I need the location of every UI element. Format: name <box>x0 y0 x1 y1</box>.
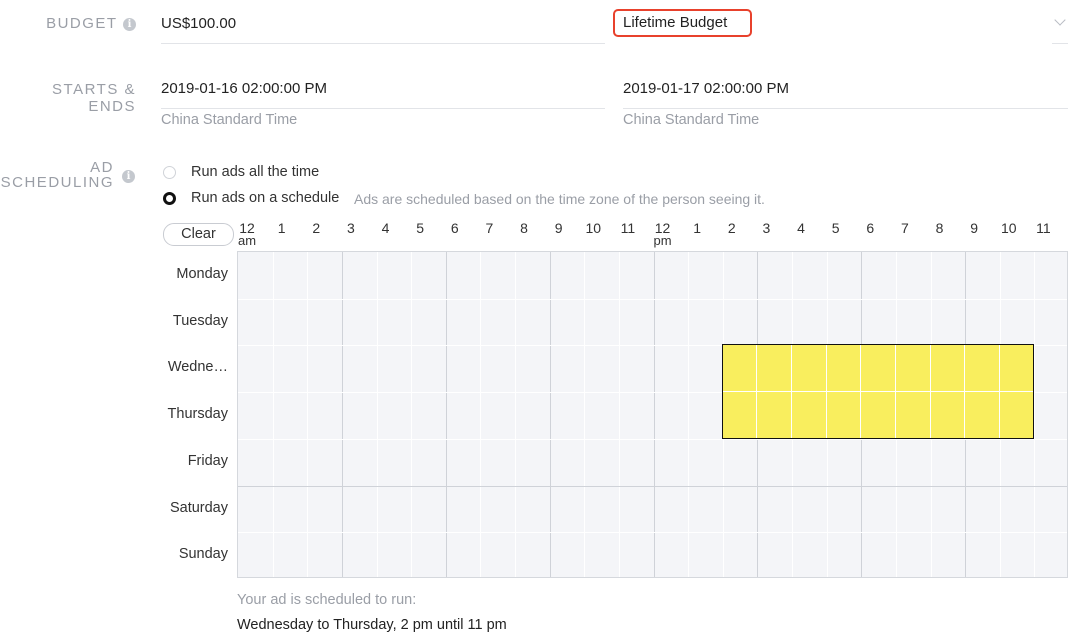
grid-line <box>272 252 274 577</box>
option-run-all-time[interactable]: Run ads all the time <box>191 164 319 180</box>
hour-label: 9 <box>970 220 979 236</box>
end-timezone: China Standard Time <box>623 112 760 128</box>
divider <box>161 43 605 44</box>
hour-label: 4 <box>797 220 805 236</box>
hour-label: 6 <box>866 220 875 236</box>
grid-line <box>688 252 690 577</box>
hour-label: 8 <box>520 220 528 236</box>
hour-label: 7 <box>485 220 494 236</box>
label-line: AD <box>90 159 114 176</box>
chevron-down-icon[interactable] <box>1054 14 1066 26</box>
hour-label: 11 <box>1036 220 1051 236</box>
day-label: Wedne… <box>167 359 228 376</box>
hour-label: 10 <box>585 220 602 236</box>
grid-line <box>238 298 1067 300</box>
hour-label: 1 <box>277 220 286 236</box>
clear-button[interactable]: Clear <box>163 223 234 246</box>
radio-run-all-time[interactable] <box>163 166 176 179</box>
grid-line <box>584 252 586 577</box>
start-date-input[interactable]: 2019-01-16 02:00:00 PM <box>161 80 327 97</box>
day-label: Saturday <box>169 499 228 516</box>
grid-line <box>238 532 1067 534</box>
hour-label: 6 <box>450 220 459 236</box>
hour-label: 12 am <box>235 221 259 248</box>
ad-scheduling-label: AD SCHEDULING <box>1 160 114 190</box>
grid-line <box>341 252 343 577</box>
schedule-summary: Wednesday to Thursday, 2 pm until 11 pm <box>237 617 507 633</box>
day-label: Thursday <box>167 406 228 423</box>
divider <box>161 108 605 109</box>
hour-label: 4 <box>381 220 390 236</box>
hour-label: 1 <box>693 220 702 236</box>
hour-label: 2 <box>312 220 321 236</box>
grid-line <box>307 252 309 577</box>
info-icon[interactable]: i <box>122 170 135 183</box>
hour-label: 5 <box>831 220 840 236</box>
schedule-grid[interactable] <box>237 251 1068 578</box>
meridiem-label: pm <box>653 233 672 248</box>
hour-label: 9 <box>554 220 563 236</box>
budget-type-select[interactable]: Lifetime Budget <box>623 14 727 31</box>
day-label: Monday <box>176 266 228 282</box>
grid-line <box>1034 252 1036 577</box>
divider <box>623 108 1068 109</box>
hour-label: 11 <box>620 220 636 236</box>
grid-line <box>411 252 413 577</box>
grid-line <box>653 252 655 577</box>
hour-label: 10 <box>1000 220 1017 236</box>
hour-label: 12 pm <box>651 221 675 248</box>
grid-line <box>376 252 378 577</box>
grid-line <box>618 252 620 577</box>
hour-label: 2 <box>727 220 736 236</box>
start-timezone: China Standard Time <box>161 112 298 128</box>
grid-line <box>445 252 447 577</box>
hour-label: 7 <box>900 220 909 236</box>
starts-ends-label: STARTS & ENDS <box>52 81 136 115</box>
schedule-hint: Ads are scheduled based on the time zone… <box>354 191 765 207</box>
grid-line <box>515 252 516 577</box>
hour-label: 8 <box>935 220 944 236</box>
budget-label: BUDGET i <box>46 15 136 32</box>
grid-line <box>480 252 482 577</box>
grid-line <box>238 438 1067 440</box>
day-label: Sunday <box>178 546 228 563</box>
info-icon[interactable]: i <box>123 18 136 31</box>
budget-label-text: BUDGET <box>46 15 118 32</box>
selection-outline <box>721 344 1035 439</box>
hour-label: 3 <box>762 220 771 236</box>
grid-line <box>549 252 551 577</box>
meridiem-label: am <box>237 233 257 248</box>
budget-input[interactable]: US$100.00 <box>161 15 236 32</box>
summary-label: Your ad is scheduled to run: <box>237 592 417 608</box>
divider <box>1052 43 1068 44</box>
label-line: SCHEDULING <box>0 174 114 191</box>
option-run-on-schedule[interactable]: Run ads on a schedule <box>191 190 339 206</box>
day-label: Tuesday <box>172 312 228 329</box>
hour-label: 3 <box>346 220 355 236</box>
grid-line <box>238 485 1067 487</box>
radio-run-on-schedule[interactable] <box>163 192 176 205</box>
hour-label: 5 <box>416 220 425 236</box>
end-date-input[interactable]: 2019-01-17 02:00:00 PM <box>623 80 789 97</box>
day-label: Friday <box>187 452 228 469</box>
